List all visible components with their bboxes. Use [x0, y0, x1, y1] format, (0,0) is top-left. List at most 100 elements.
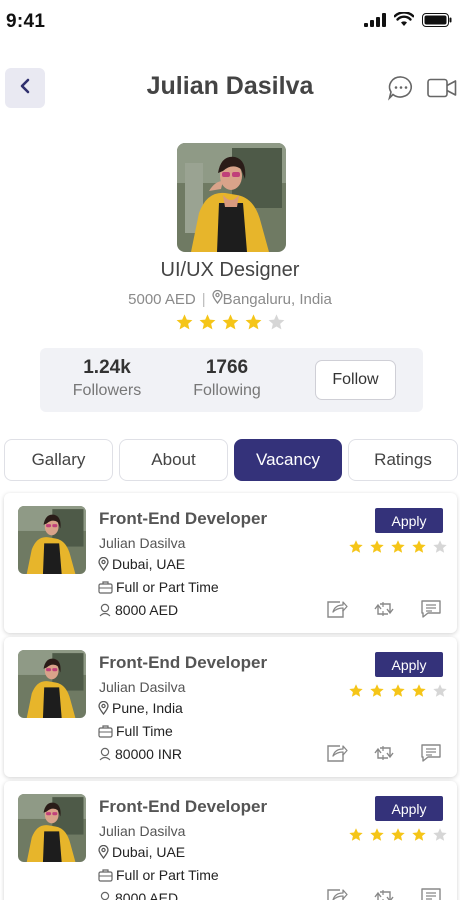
profile-role: UI/UX Designer	[160, 259, 300, 281]
wifi-icon	[393, 11, 415, 32]
vacancy-company: Julian Dasilva	[99, 823, 186, 839]
comment-icon[interactable]	[420, 887, 442, 900]
vacancy-avatar	[18, 794, 86, 862]
repost-icon[interactable]	[373, 743, 395, 763]
briefcase-icon	[98, 580, 113, 594]
followers-stat[interactable]: 1.24k Followers	[67, 357, 147, 400]
star-empty-icon	[432, 539, 448, 555]
star-filled-icon	[348, 827, 364, 843]
star-filled-icon	[411, 539, 427, 555]
vacancy-location: Pune, India	[112, 700, 183, 716]
vacancy-salary-row: 8000 AED	[98, 602, 178, 618]
vacancy-location: Dubai, UAE	[112, 556, 186, 572]
salary-icon	[98, 747, 112, 761]
battery-icon	[422, 12, 452, 32]
repost-icon[interactable]	[373, 887, 395, 900]
vacancy-rating	[348, 683, 448, 699]
video-camera-icon	[427, 78, 457, 102]
vacancy-type-row: Full Time	[98, 723, 173, 739]
star-filled-icon	[390, 827, 406, 843]
vacancy-rating	[348, 827, 448, 843]
vacancy-card[interactable]: Front-End Developer Julian Dasilva Dubai…	[4, 781, 457, 900]
vacancy-actions	[326, 743, 442, 763]
meta-divider: |	[201, 290, 206, 308]
vacancy-actions	[326, 887, 442, 900]
following-count: 1766	[205, 357, 249, 378]
share-icon[interactable]	[326, 887, 348, 900]
vacancy-title: Front-End Developer	[99, 509, 268, 528]
star-filled-icon	[198, 313, 217, 332]
stats-card: 1.24k Followers 1766 Following Follow	[40, 348, 423, 412]
status-time: 9:41	[6, 11, 46, 32]
star-filled-icon	[390, 539, 406, 555]
video-call-button[interactable]	[427, 78, 457, 103]
following-stat[interactable]: 1766 Following	[187, 357, 267, 400]
vacancy-type-row: Full or Part Time	[98, 867, 219, 883]
location-pin-icon	[98, 701, 109, 715]
vacancy-location-row: Pune, India	[98, 700, 183, 716]
vacancy-type-row: Full or Part Time	[98, 579, 219, 595]
apply-button[interactable]: Apply	[375, 796, 443, 821]
tab-vacancy[interactable]: Vacancy	[234, 439, 342, 481]
star-filled-icon	[390, 683, 406, 699]
follow-button[interactable]: Follow	[315, 360, 396, 400]
status-bar: 9:41	[0, 0, 460, 44]
star-filled-icon	[411, 683, 427, 699]
star-filled-icon	[369, 539, 385, 555]
comment-icon[interactable]	[420, 743, 442, 763]
profile-salary: 5000 AED	[128, 290, 196, 308]
vacancy-title: Front-End Developer	[99, 797, 268, 816]
vacancy-salary: 8000 AED	[115, 890, 179, 900]
profile-location: Bangaluru, India	[222, 290, 332, 308]
briefcase-icon	[98, 868, 113, 882]
profile-rating	[0, 313, 460, 332]
followers-label: Followers	[72, 382, 142, 399]
tab-ratings[interactable]: Ratings	[348, 439, 458, 481]
vacancy-card[interactable]: Front-End Developer Julian Dasilva Dubai…	[4, 493, 457, 633]
briefcase-icon	[98, 724, 113, 738]
chat-button[interactable]	[387, 75, 415, 106]
vacancy-card[interactable]: Front-End Developer Julian Dasilva Pune,…	[4, 637, 457, 777]
star-filled-icon	[411, 827, 427, 843]
vacancy-location: Dubai, UAE	[112, 844, 186, 860]
repost-icon[interactable]	[373, 599, 395, 619]
vacancy-salary: 80000 INR	[115, 746, 182, 762]
salary-icon	[98, 603, 112, 617]
location-pin-icon	[98, 557, 109, 571]
profile-meta: 5000 AED | Bangaluru, India	[0, 289, 460, 308]
comment-icon[interactable]	[420, 599, 442, 619]
vacancy-salary-row: 80000 INR	[98, 746, 182, 762]
star-filled-icon	[221, 313, 240, 332]
vacancy-type: Full or Part Time	[116, 867, 219, 883]
star-filled-icon	[369, 683, 385, 699]
following-label: Following	[193, 382, 261, 399]
header: Julian Dasilva	[0, 62, 460, 114]
profile-location-wrap: Bangaluru, India	[211, 289, 332, 308]
vacancy-rating	[348, 539, 448, 555]
profile-tabs: Gallary About Vacancy Ratings	[4, 439, 458, 481]
star-filled-icon	[175, 313, 194, 332]
apply-button[interactable]: Apply	[375, 652, 443, 677]
star-filled-icon	[348, 539, 364, 555]
vacancy-actions	[326, 599, 442, 619]
tab-about[interactable]: About	[119, 439, 228, 481]
apply-button[interactable]: Apply	[375, 508, 443, 533]
vacancy-avatar	[18, 650, 86, 718]
vacancy-title: Front-End Developer	[99, 653, 268, 672]
chat-bubble-icon	[387, 76, 415, 105]
vacancy-location-row: Dubai, UAE	[98, 556, 185, 572]
share-icon[interactable]	[326, 599, 348, 619]
tab-gallary[interactable]: Gallary	[4, 439, 113, 481]
vacancy-location-row: Dubai, UAE	[98, 844, 185, 860]
vacancy-company: Julian Dasilva	[99, 535, 186, 551]
vacancy-salary-row: 8000 AED	[98, 890, 178, 900]
status-icons	[364, 11, 452, 32]
vacancy-type: Full or Part Time	[116, 579, 219, 595]
location-pin-icon	[98, 845, 109, 859]
vacancy-company: Julian Dasilva	[99, 679, 186, 695]
star-empty-icon	[432, 827, 448, 843]
vacancy-avatar	[18, 506, 86, 574]
star-filled-icon	[369, 827, 385, 843]
cellular-signal-icon	[364, 12, 386, 32]
share-icon[interactable]	[326, 743, 348, 763]
